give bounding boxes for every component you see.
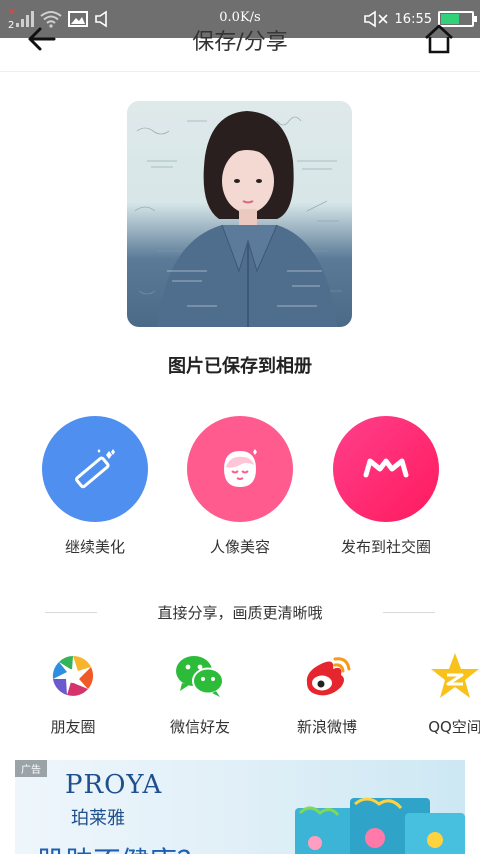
ad-tag: 广告 xyxy=(15,760,47,777)
face-icon xyxy=(224,449,257,487)
saved-confirmation-text: 图片已保存到相册 xyxy=(168,356,312,377)
share-qzone-label: QQ空间 xyxy=(428,718,480,736)
share-moments-label: 朋友圈 xyxy=(50,718,96,736)
moments-aperture-icon xyxy=(47,650,99,702)
continue-beautify-label: 继续美化 xyxy=(64,538,125,556)
portrait-beauty-button[interactable]: 人像美容 xyxy=(187,416,293,557)
post-to-social-label: 发布到社交圈 xyxy=(340,538,431,556)
action-circle-portrait xyxy=(187,416,293,522)
product-image xyxy=(295,797,465,854)
continue-beautify-button[interactable]: 继续美化 xyxy=(42,416,148,557)
share-wechat-button[interactable]: 微信好友 xyxy=(155,650,245,737)
share-wechat-label: 微信好友 xyxy=(169,718,230,736)
divider-right xyxy=(383,612,435,613)
post-to-social-button[interactable]: 发布到社交圈 xyxy=(333,416,439,557)
crown-m-icon xyxy=(363,458,409,478)
wechat-icon xyxy=(174,650,226,702)
action-circle-social xyxy=(333,416,439,522)
share-weibo-label: 新浪微博 xyxy=(296,718,357,736)
portrait-beauty-label: 人像美容 xyxy=(209,538,270,556)
top-nav: 保存/分享 xyxy=(0,24,480,72)
ad-brand-cn: 珀莱雅 xyxy=(71,808,125,829)
share-section-header: 直接分享，画质更清晰哦 xyxy=(0,600,480,624)
home-icon[interactable] xyxy=(422,22,456,56)
share-moments-button[interactable]: 朋友圈 xyxy=(28,650,118,737)
portrait-image xyxy=(134,111,342,327)
share-weibo-button[interactable]: 新浪微博 xyxy=(282,650,372,737)
ad-banner[interactable]: 广告 PROYA 珀莱雅 肌肤不健康？ xyxy=(15,760,465,854)
ad-slogan: 肌肤不健康？ xyxy=(37,840,205,854)
page-title: 保存/分享 xyxy=(192,30,288,55)
weibo-icon xyxy=(301,650,353,702)
qzone-star-icon xyxy=(429,650,480,702)
magic-wand-icon xyxy=(75,449,115,489)
share-qzone-button[interactable]: QQ空间 xyxy=(410,650,480,737)
ad-brand: PROYA xyxy=(65,770,163,800)
saved-photo-thumbnail[interactable] xyxy=(127,101,352,327)
action-circle-beautify xyxy=(42,416,148,522)
